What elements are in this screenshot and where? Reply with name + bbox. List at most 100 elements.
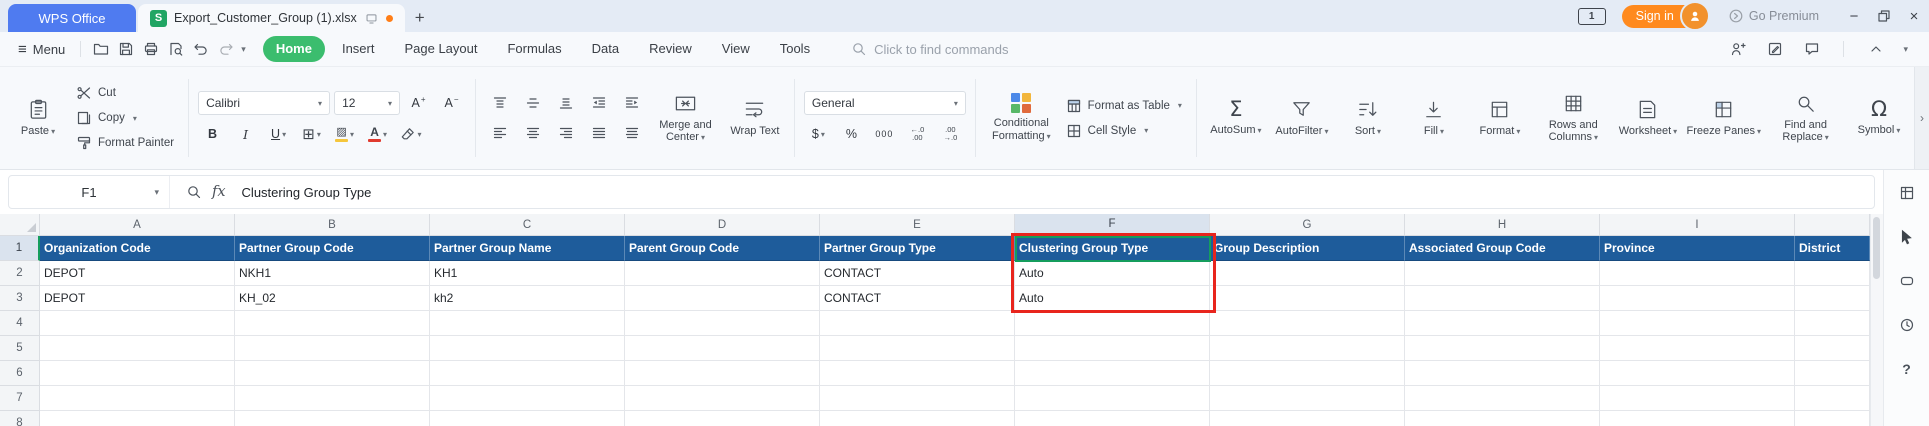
cell[interactable] (820, 386, 1015, 411)
command-search[interactable]: Click to find commands (851, 41, 1008, 57)
column-header-E[interactable]: E (820, 214, 1015, 236)
more-options-caret[interactable]: ▾ (1900, 44, 1911, 55)
undo-button[interactable] (188, 37, 213, 61)
cell[interactable] (1210, 411, 1405, 426)
tab-review[interactable]: Review (636, 36, 705, 62)
cell[interactable] (820, 311, 1015, 336)
cell-E3[interactable]: CONTACT (820, 286, 1015, 311)
valign-bottom-button[interactable] (551, 92, 580, 114)
font-color-button[interactable]: A ▾ (363, 123, 392, 145)
valign-top-button[interactable] (485, 92, 514, 114)
cell-D1[interactable]: Parent Group Code (625, 236, 820, 261)
cell[interactable] (1015, 336, 1210, 361)
cell[interactable] (1405, 311, 1600, 336)
save-button[interactable] (113, 37, 138, 61)
cell[interactable] (1600, 361, 1795, 386)
formula-input[interactable]: Clustering Group Type (242, 185, 1874, 200)
cell[interactable] (625, 336, 820, 361)
scrollbar-thumb[interactable] (1873, 217, 1880, 279)
decrease-decimal-button[interactable]: .00 →.0 (936, 123, 965, 145)
cell[interactable] (820, 411, 1015, 426)
selection-pointer-button[interactable] (1894, 224, 1920, 250)
cell[interactable] (1795, 411, 1870, 426)
cell[interactable] (1210, 336, 1405, 361)
cell[interactable] (625, 411, 820, 426)
cell[interactable] (430, 386, 625, 411)
document-tab[interactable]: S Export_Customer_Group (1).xlsx (138, 4, 405, 32)
cell[interactable] (1405, 386, 1600, 411)
increase-decimal-button[interactable]: ←.0.00 (903, 123, 932, 145)
justify-button[interactable] (584, 122, 613, 144)
column-header-D[interactable]: D (625, 214, 820, 236)
cut-button[interactable]: Cut (71, 83, 179, 103)
cell[interactable] (40, 336, 235, 361)
cell-G1[interactable]: Group Description (1210, 236, 1405, 261)
cell[interactable] (1600, 336, 1795, 361)
row-header-8[interactable]: 8 (0, 411, 40, 426)
cell-F1[interactable]: Clustering Group Type (1015, 236, 1210, 261)
cell[interactable] (1015, 311, 1210, 336)
cell-I2[interactable] (1600, 261, 1795, 286)
cell-I3[interactable] (1600, 286, 1795, 311)
share-button[interactable] (1725, 37, 1750, 61)
clear-formatting-button[interactable]: ▾ (396, 123, 425, 145)
menu-button[interactable]: ≡ Menu (10, 41, 73, 58)
close-button[interactable]: × (1899, 1, 1929, 31)
cell[interactable] (1015, 361, 1210, 386)
column-header-A[interactable]: A (40, 214, 235, 236)
cell-H1[interactable]: Associated Group Code (1405, 236, 1600, 261)
column-header-G[interactable]: G (1210, 214, 1405, 236)
bold-button[interactable]: B (198, 123, 227, 145)
increase-indent-button[interactable] (617, 92, 646, 114)
symbol-button[interactable]: Ω Symbol ▾ (1849, 95, 1909, 141)
tab-home[interactable]: Home (262, 36, 325, 62)
comma-style-button[interactable]: 000 (870, 123, 899, 145)
fill-button[interactable]: Fill ▾ (1404, 95, 1464, 142)
borders-button[interactable]: ⊞ ▾ (297, 123, 326, 145)
tab-view[interactable]: View (709, 36, 763, 62)
cell[interactable] (1210, 386, 1405, 411)
column-header-J[interactable] (1795, 214, 1870, 236)
cell[interactable] (235, 311, 430, 336)
worksheet-button[interactable]: Worksheet ▾ (1617, 95, 1680, 142)
font-name-select[interactable]: Calibri ▾ (198, 91, 331, 115)
tab-tools[interactable]: Tools (767, 36, 823, 62)
tab-page-layout[interactable]: Page Layout (391, 36, 490, 62)
cell[interactable] (1015, 386, 1210, 411)
cell[interactable] (430, 361, 625, 386)
cell[interactable] (40, 411, 235, 426)
align-right-button[interactable] (551, 122, 580, 144)
cell[interactable] (235, 411, 430, 426)
valign-middle-button[interactable] (518, 92, 547, 114)
cell[interactable] (1600, 386, 1795, 411)
row-header-2[interactable]: 2 (0, 261, 40, 286)
new-tab-button[interactable]: + (405, 4, 435, 32)
cell-G2[interactable] (1210, 261, 1405, 286)
fill-color-button[interactable]: ▨ ▾ (330, 123, 359, 145)
autosum-button[interactable]: Σ AutoSum ▾ (1206, 95, 1266, 141)
row-header-5[interactable]: 5 (0, 336, 40, 361)
align-left-button[interactable] (485, 122, 514, 144)
align-center-button[interactable] (518, 122, 547, 144)
format-painter-button[interactable]: Format Painter (71, 133, 179, 153)
font-size-select[interactable]: 12 ▾ (334, 91, 401, 115)
wrap-text-button[interactable]: Wrap Text (725, 95, 785, 141)
cell[interactable] (430, 411, 625, 426)
ribbon-scroll-right[interactable]: › (1914, 67, 1929, 169)
cell-C2[interactable]: KH1 (430, 261, 625, 286)
increase-font-size-button[interactable]: A + (404, 92, 433, 114)
cell[interactable] (235, 361, 430, 386)
wps-office-tab[interactable]: WPS Office (8, 4, 136, 32)
name-box-caret[interactable]: ▾ (154, 187, 159, 198)
number-format-select[interactable]: General ▾ (803, 91, 966, 115)
paste-button[interactable]: Paste ▾ (8, 95, 68, 142)
cell-B1[interactable]: Partner Group Code (235, 236, 430, 261)
shapes-button[interactable] (1894, 268, 1920, 294)
merge-center-button[interactable]: Merge and Center ▾ (646, 89, 725, 148)
cell-I1[interactable]: Province (1600, 236, 1795, 261)
format-button[interactable]: Format ▾ (1470, 95, 1530, 142)
freeze-panes-button[interactable]: Freeze Panes ▾ (1685, 95, 1762, 142)
cell-H2[interactable] (1405, 261, 1600, 286)
cell[interactable] (430, 336, 625, 361)
copy-button[interactable]: Copy ▾ (71, 108, 179, 128)
